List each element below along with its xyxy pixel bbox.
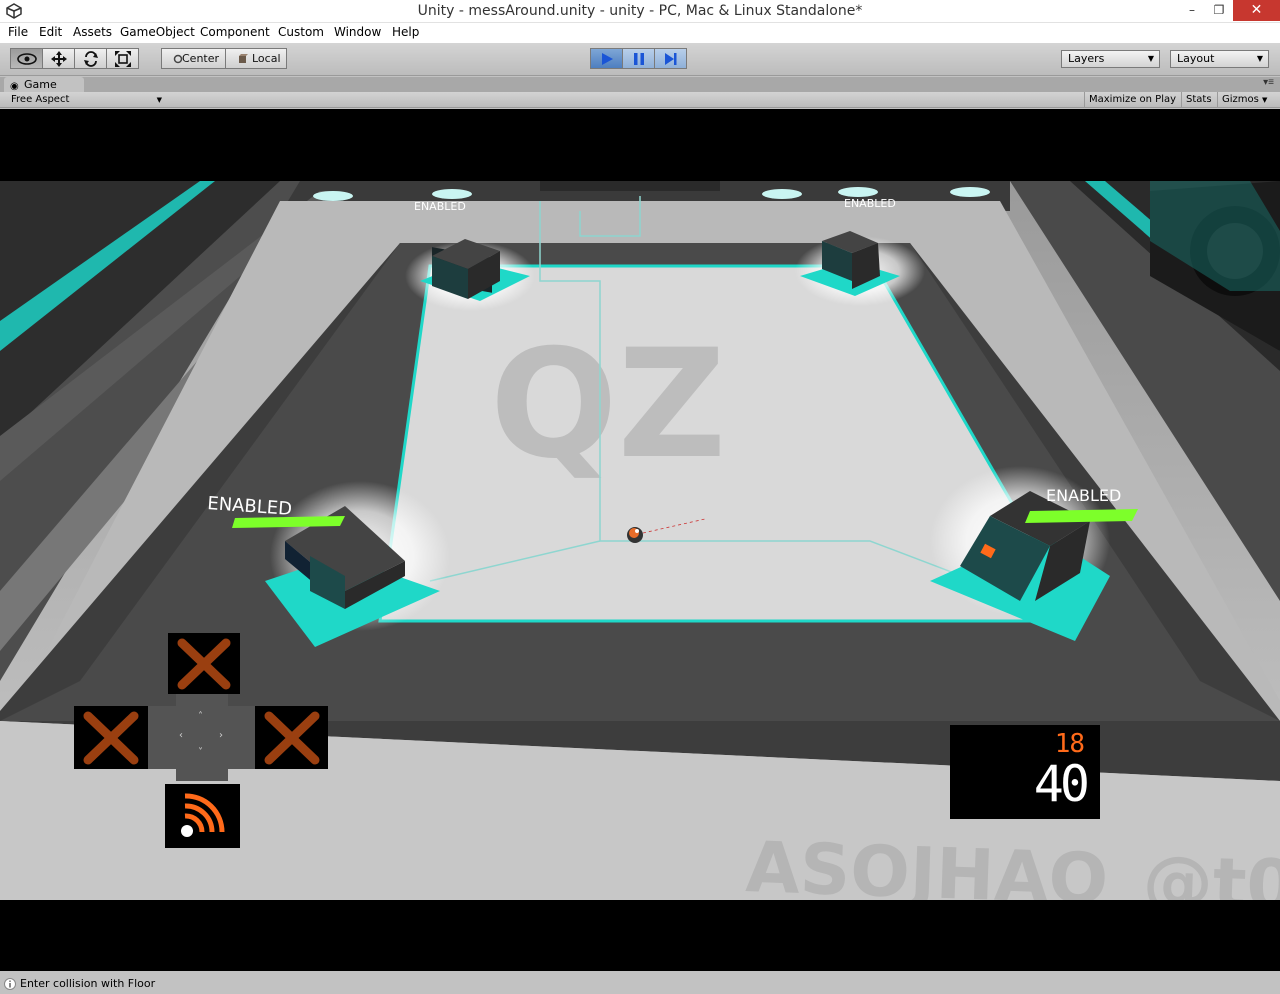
menu-help[interactable]: Help bbox=[392, 25, 419, 39]
tab-game[interactable]: ◉ Game bbox=[4, 77, 84, 92]
game-viewport[interactable]: QZ ASOJHAO_@t0 ENABLED ENABLED ENABLED E… bbox=[0, 109, 1280, 971]
layers-dropdown[interactable]: Layers ▼ bbox=[1061, 50, 1160, 68]
dpad-arrow-right-icon: › bbox=[219, 730, 223, 741]
step-icon bbox=[664, 52, 676, 65]
status-message: Enter collision with Floor bbox=[20, 977, 156, 990]
aspect-dropdown[interactable]: Free Aspect ▼ bbox=[6, 93, 166, 107]
tab-game-label: Game bbox=[24, 78, 57, 91]
menu-file[interactable]: File bbox=[8, 25, 28, 39]
toolbar: Center Local Layers ▼ Layout ▼ bbox=[0, 43, 1280, 76]
maximize-button[interactable]: ❐ bbox=[1205, 0, 1233, 21]
step-button[interactable] bbox=[654, 48, 687, 69]
close-x-icon bbox=[264, 711, 320, 765]
dpad-arrow-up-icon: ˄ bbox=[198, 711, 203, 722]
eye-icon bbox=[16, 52, 37, 65]
menu-gameobject[interactable]: GameObject bbox=[120, 25, 195, 39]
menu-window[interactable]: Window bbox=[334, 25, 381, 39]
layers-label: Layers bbox=[1068, 52, 1105, 65]
window-title: Unity - messAround.unity - unity - PC, M… bbox=[417, 3, 863, 19]
cube-icon bbox=[239, 53, 248, 63]
menu-custom[interactable]: Custom bbox=[278, 25, 324, 39]
dpad-right-button[interactable] bbox=[255, 706, 328, 769]
pivot-icon bbox=[173, 54, 183, 63]
dpad-up-button[interactable] bbox=[168, 633, 240, 694]
menu-edit[interactable]: Edit bbox=[39, 25, 62, 39]
turret-label-1: ENABLED bbox=[414, 200, 466, 213]
status-bar[interactable]: Enter collision with Floor bbox=[0, 974, 1280, 994]
gizmos-dropdown[interactable]: Gizmos ▼ bbox=[1217, 92, 1277, 108]
layout-label: Layout bbox=[1177, 52, 1215, 65]
rotate-icon bbox=[83, 50, 98, 67]
space-label: Local bbox=[252, 52, 281, 65]
move-tool-button[interactable] bbox=[42, 48, 75, 69]
tab-menu-icon[interactable]: ▾≡ bbox=[1263, 77, 1274, 88]
space-local-button[interactable]: Local bbox=[225, 48, 287, 69]
turret-label-2: ENABLED bbox=[844, 197, 896, 210]
score-primary: 40 bbox=[1033, 755, 1090, 813]
rotate-tool-button[interactable] bbox=[74, 48, 107, 69]
minimize-button[interactable]: – bbox=[1178, 0, 1206, 21]
menu-assets[interactable]: Assets bbox=[73, 25, 112, 39]
play-icon bbox=[601, 52, 613, 65]
stats-toggle[interactable]: Stats bbox=[1181, 92, 1216, 108]
pause-icon bbox=[633, 52, 644, 65]
scale-icon bbox=[114, 50, 131, 67]
view-tool-button[interactable] bbox=[10, 48, 43, 69]
dpad-arrow-left-icon: ‹ bbox=[179, 730, 183, 741]
pivot-label: Center bbox=[182, 52, 220, 65]
chevron-down-icon: ▼ bbox=[156, 96, 162, 104]
scale-tool-button[interactable] bbox=[106, 48, 139, 69]
pivot-center-button[interactable]: Center bbox=[161, 48, 226, 69]
info-icon bbox=[4, 978, 16, 990]
rss-signal-icon bbox=[181, 793, 225, 837]
pause-button[interactable] bbox=[622, 48, 655, 69]
floor-logo: QZ bbox=[490, 318, 726, 492]
close-x-icon bbox=[83, 711, 139, 765]
play-button[interactable] bbox=[590, 48, 623, 69]
layout-dropdown[interactable]: Layout ▼ bbox=[1170, 50, 1269, 68]
close-button[interactable]: ✕ bbox=[1233, 0, 1280, 21]
maximize-on-play-toggle[interactable]: Maximize on Play bbox=[1084, 92, 1180, 108]
signal-button[interactable] bbox=[165, 784, 240, 848]
dpad-arrow-down-icon: ˅ bbox=[198, 747, 203, 758]
close-x-icon bbox=[177, 638, 231, 690]
menu-component[interactable]: Component bbox=[200, 25, 270, 39]
aspect-label: Free Aspect bbox=[11, 94, 70, 105]
title-bar: Unity - messAround.unity - unity - PC, M… bbox=[0, 0, 1280, 23]
gizmos-label: Gizmos bbox=[1222, 94, 1259, 105]
dpad-left-button[interactable] bbox=[74, 706, 148, 769]
game-view-toolbar: Free Aspect ▼ Maximize on Play Stats Giz… bbox=[0, 92, 1280, 108]
tab-bar: ◉ Game ▾≡ bbox=[0, 77, 1280, 92]
chevron-down-icon: ▼ bbox=[1262, 96, 1268, 104]
chevron-down-icon: ▼ bbox=[1147, 54, 1154, 63]
move-arrows-icon bbox=[50, 50, 67, 67]
chevron-down-icon: ▼ bbox=[1256, 54, 1263, 63]
turret-label-4: ENABLED bbox=[1046, 486, 1121, 505]
score-panel: 18 40 bbox=[950, 725, 1100, 819]
menu-bar: File Edit Assets GameObject Component Cu… bbox=[0, 23, 1280, 43]
